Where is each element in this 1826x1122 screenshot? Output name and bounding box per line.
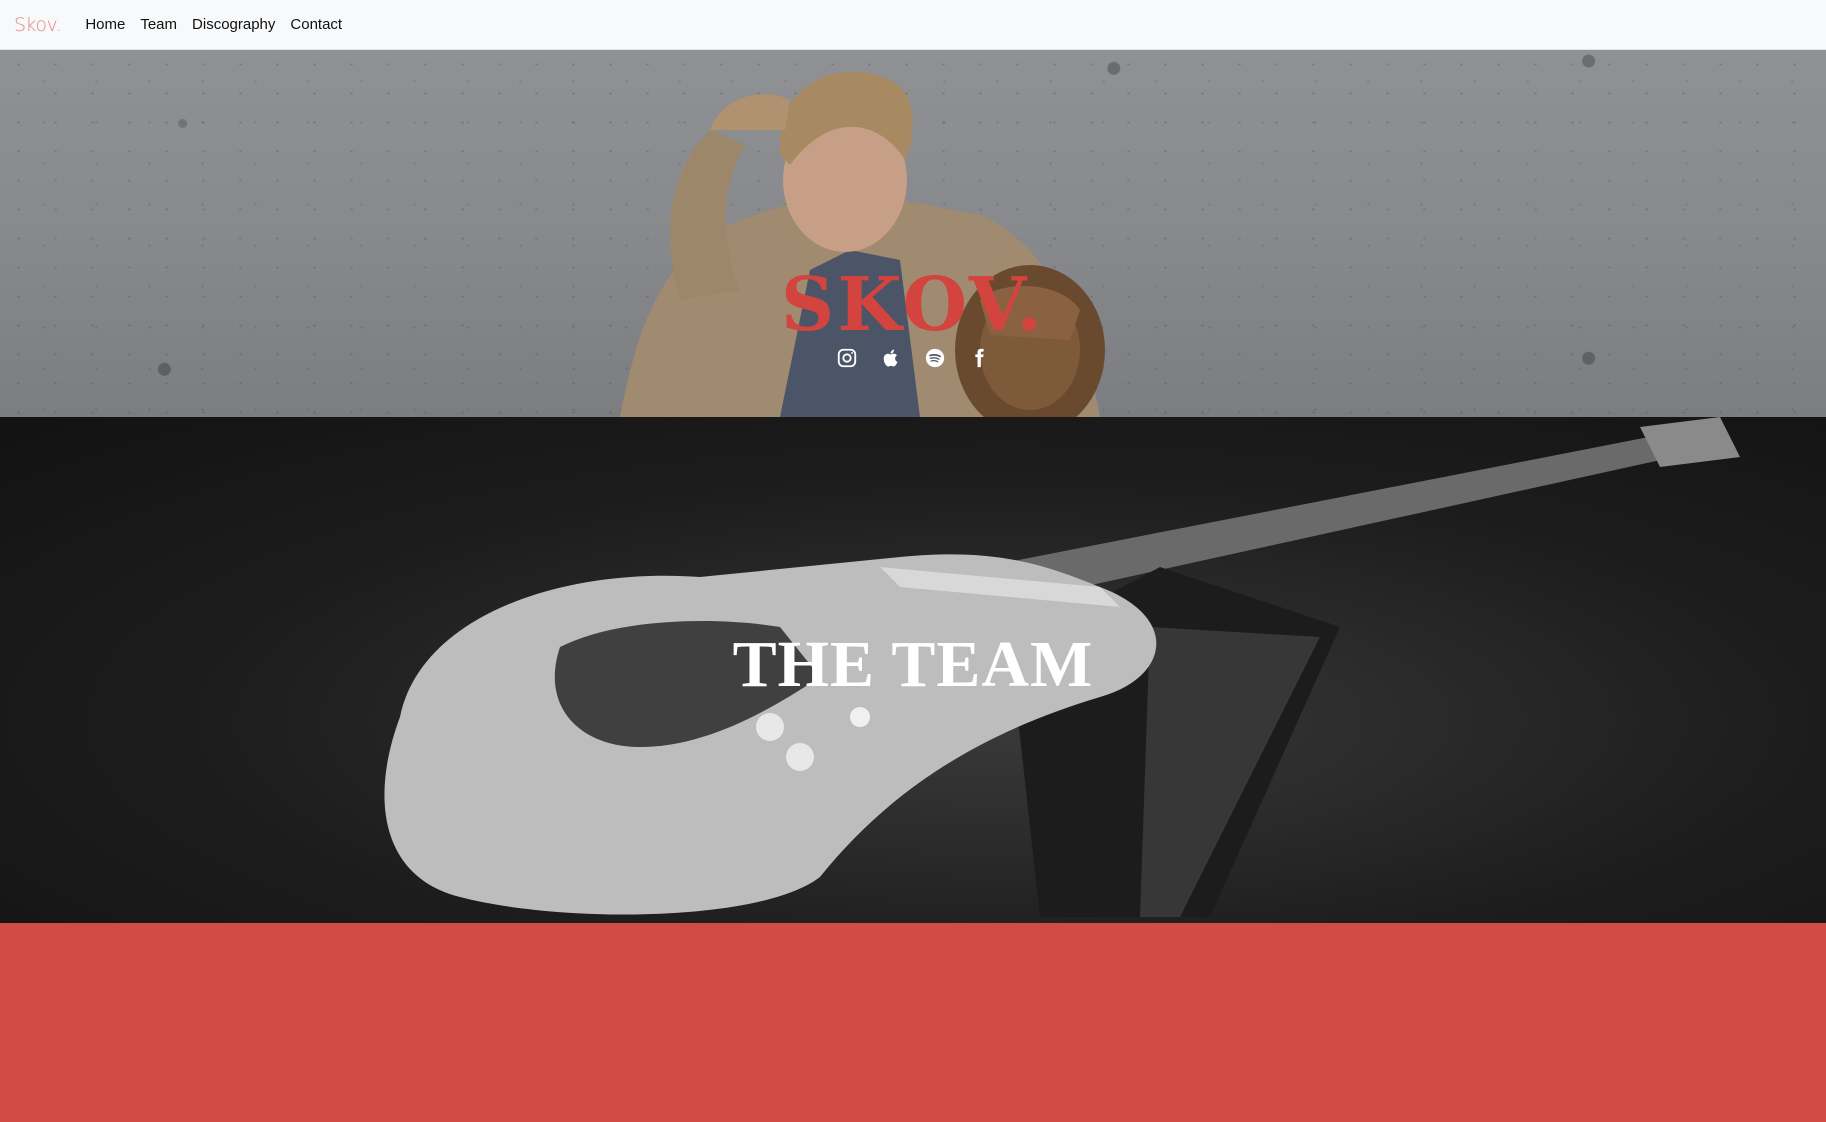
brand-logo[interactable]: Skov. <box>14 14 62 36</box>
red-content-section <box>0 923 1826 1122</box>
apple-music-link[interactable] <box>879 346 903 370</box>
nav-link-team[interactable]: Team <box>140 16 177 33</box>
team-section: THE TEAM <box>0 417 1826 923</box>
team-title: THE TEAM <box>732 628 1094 701</box>
instagram-icon <box>837 348 857 368</box>
social-links <box>0 346 1826 370</box>
facebook-icon <box>975 348 984 368</box>
hero-section: SKOV. <box>0 50 1826 417</box>
hero-title: SKOV. <box>780 262 1046 348</box>
apple-icon <box>883 349 898 367</box>
navbar: Skov. Home Team Discography Contact <box>0 0 1826 50</box>
nav-link-contact[interactable]: Contact <box>290 16 342 33</box>
facebook-link[interactable] <box>967 346 991 370</box>
spotify-link[interactable] <box>923 346 947 370</box>
spotify-icon <box>925 348 945 368</box>
nav-links: Home Team Discography Contact <box>85 16 357 33</box>
nav-link-home[interactable]: Home <box>85 16 125 33</box>
instagram-link[interactable] <box>835 346 859 370</box>
nav-link-discography[interactable]: Discography <box>192 16 275 33</box>
